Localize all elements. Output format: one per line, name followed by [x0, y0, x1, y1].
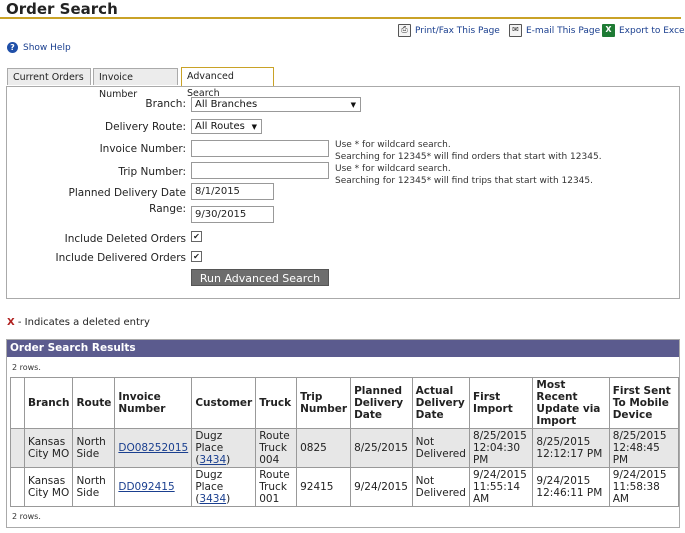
table-header-row: Branch Route Invoice Number Customer Tru… [9, 377, 680, 429]
delivery-route-label: Delivery Route: [105, 121, 186, 133]
date-to-input[interactable]: 9/30/2015 [191, 206, 274, 223]
cell-invoice: DD092415 [114, 467, 193, 507]
tab-current-orders[interactable]: Current Orders [7, 68, 91, 85]
dropdown-arrow-icon: ▼ [350, 101, 356, 109]
cell-invoice: DO08252015 [114, 428, 193, 468]
include-deleted-label: Include Deleted Orders [64, 233, 186, 245]
customer-link[interactable]: 3434 [199, 454, 226, 466]
email-label: E-mail This Page [526, 25, 601, 36]
cell-planned: 9/24/2015 [350, 467, 413, 507]
printer-icon: ⎙ [398, 24, 411, 37]
print-fax-label: Print/Fax This Page [415, 25, 500, 36]
branch-label: Branch: [145, 98, 186, 110]
delivery-route-select[interactable]: All Routes ▼ [191, 119, 262, 134]
cell-recent-update: 9/24/2015 12:46:11 PM [532, 467, 610, 507]
help-icon: ? [7, 42, 18, 53]
deleted-legend-text: - Indicates a deleted entry [14, 317, 150, 328]
show-help-label: Show Help [23, 42, 71, 53]
col-planned: Planned Delivery Date [350, 377, 413, 429]
results-table: Branch Route Invoice Number Customer Tru… [9, 377, 680, 507]
col-trip: Trip Number [296, 377, 352, 429]
col-customer: Customer [191, 377, 257, 429]
cell-first-sent: 8/25/2015 12:48:45 PM [608, 428, 680, 468]
cell-branch: Kansas City MO [24, 428, 74, 468]
invoice-link[interactable]: DD092415 [118, 481, 174, 493]
deleted-x-icon: X [7, 317, 15, 328]
col-truck: Truck [255, 377, 298, 429]
page-title: Order Search [6, 0, 118, 18]
invoice-number-input[interactable] [191, 140, 329, 157]
planned-date-label: Planned Delivery Date [68, 187, 186, 199]
col-first-sent: First Sent To Mobile Device [608, 377, 680, 429]
cell-customer: Dugz Place (3434) [191, 428, 257, 468]
customer-link[interactable]: 3434 [199, 493, 226, 505]
show-help-link[interactable]: ? Show Help [7, 42, 71, 53]
cell-planned: 8/25/2015 [350, 428, 413, 468]
table-row: Kansas City MO North Side DO08252015 Dug… [9, 428, 680, 468]
cell-route: North Side [72, 428, 116, 468]
invoice-number-label: Invoice Number: [99, 143, 186, 155]
include-delivered-label: Include Delivered Orders [55, 252, 186, 264]
cell-actual: Not Delivered [411, 467, 470, 507]
col-first-import: First Import [468, 377, 534, 429]
dropdown-arrow-icon: ▼ [251, 123, 257, 131]
cell-trip: 0825 [296, 428, 352, 468]
planned-date-range-label: Range: [149, 203, 186, 215]
branch-select[interactable]: All Branches ▼ [191, 97, 361, 112]
cell-truck: Route Truck 001 [255, 467, 298, 507]
cell-actual: Not Delivered [411, 428, 470, 468]
row-flag [9, 467, 26, 507]
cell-truck: Route Truck 004 [255, 428, 298, 468]
trip-number-input[interactable] [191, 162, 329, 179]
results-panel: Order Search Results 2 rows. Branch Rout… [6, 339, 680, 528]
export-excel-label: Export to Excel [619, 25, 685, 36]
col-flag [9, 377, 26, 429]
deleted-legend: X - Indicates a deleted entry [7, 317, 150, 328]
customer-paren-close: ) [226, 493, 231, 505]
envelope-icon: ✉ [509, 24, 522, 37]
customer-paren-close: ) [226, 454, 231, 466]
include-deleted-checkbox[interactable]: ✔ [191, 231, 202, 242]
customer-name: Dugz Place [195, 430, 224, 454]
cell-recent-update: 8/25/2015 12:12:17 PM [532, 428, 610, 468]
date-from-input[interactable]: 8/1/2015 [191, 183, 274, 200]
col-actual: Actual Delivery Date [411, 377, 470, 429]
cell-first-import: 8/25/2015 12:04:30 PM [468, 428, 534, 468]
row-flag [9, 428, 26, 468]
col-branch: Branch [24, 377, 74, 429]
cell-customer: Dugz Place (3434) [191, 467, 257, 507]
cell-route: North Side [72, 467, 116, 507]
title-divider [0, 17, 681, 19]
run-advanced-search-button[interactable]: Run Advanced Search [191, 269, 329, 286]
rows-count-bottom: 2 rows. [12, 512, 41, 521]
delivery-route-select-value: All Routes [195, 121, 245, 132]
results-title: Order Search Results [7, 340, 679, 357]
invoice-hint-line2: Searching for 12345* will find orders th… [335, 152, 602, 162]
customer-name: Dugz Place [195, 469, 224, 493]
cell-first-sent: 9/24/2015 11:58:38 AM [608, 467, 680, 507]
invoice-hint-line1: Use * for wildcard search. [335, 140, 451, 150]
export-excel-link[interactable]: X Export to Excel [602, 24, 685, 37]
invoice-link[interactable]: DO08252015 [118, 442, 188, 454]
rows-count-top: 2 rows. [12, 363, 41, 372]
trip-hint-line2: Searching for 12345* will find trips tha… [335, 176, 593, 186]
tab-invoice-number[interactable]: Invoice Number [93, 68, 178, 100]
cell-branch: Kansas City MO [24, 467, 74, 507]
cell-trip: 92415 [296, 467, 352, 507]
trip-number-label: Trip Number: [118, 166, 186, 178]
col-route: Route [72, 377, 116, 429]
excel-icon: X [602, 24, 615, 37]
print-fax-link[interactable]: ⎙ Print/Fax This Page [398, 24, 500, 37]
trip-hint-line1: Use * for wildcard search. [335, 164, 451, 174]
email-link[interactable]: ✉ E-mail This Page [509, 24, 600, 37]
table-row: Kansas City MO North Side DD092415 Dugz … [9, 467, 680, 507]
branch-select-value: All Branches [195, 99, 258, 110]
col-recent-update: Most Recent Update via Import [532, 377, 610, 429]
tab-advanced-search[interactable]: Advanced Search [181, 67, 274, 99]
col-invoice: Invoice Number [114, 377, 193, 429]
cell-first-import: 9/24/2015 11:55:14 AM [468, 467, 534, 507]
include-delivered-checkbox[interactable]: ✔ [191, 251, 202, 262]
